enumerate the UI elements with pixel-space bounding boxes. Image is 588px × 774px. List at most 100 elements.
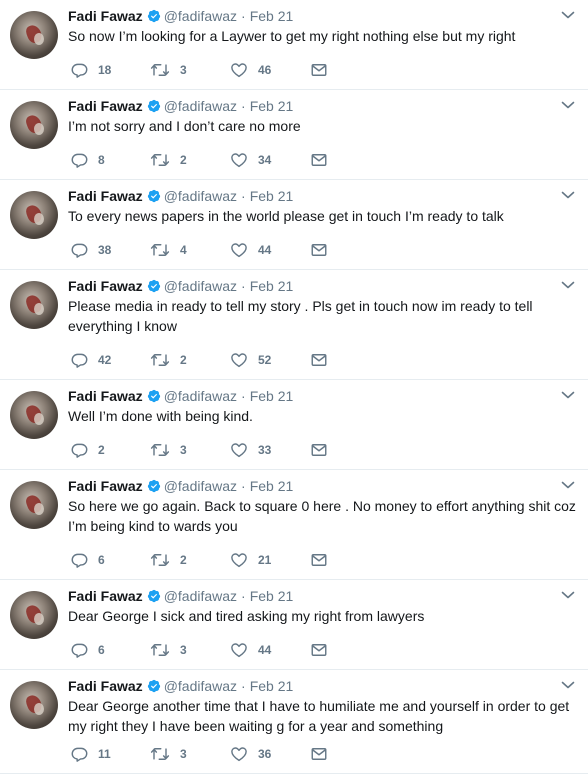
envelope-icon (311, 154, 327, 166)
tweet[interactable]: Fadi Fawaz @fadifawaz · Feb 21 I’m not sorr… (0, 90, 588, 180)
tweet-date[interactable]: Feb 21 (250, 278, 294, 294)
reply-button[interactable]: 6 (70, 641, 105, 659)
retweet-count: 2 (180, 153, 187, 167)
author-handle[interactable]: @fadifawaz (164, 98, 237, 114)
reply-button[interactable]: 8 (70, 151, 105, 169)
direct-message-button[interactable] (310, 151, 328, 169)
like-button[interactable]: 44 (230, 241, 271, 259)
avatar[interactable] (10, 11, 58, 59)
retweet-button[interactable]: 2 (150, 151, 187, 169)
like-button[interactable]: 33 (230, 441, 271, 459)
reply-button[interactable]: 6 (70, 551, 105, 569)
envelope-icon (311, 748, 327, 760)
like-button[interactable]: 52 (230, 351, 271, 369)
chevron-down-icon[interactable] (561, 10, 575, 20)
author-name[interactable]: Fadi Fawaz (68, 278, 143, 294)
retweet-button[interactable]: 2 (150, 551, 187, 569)
reply-count: 8 (98, 153, 105, 167)
tweet[interactable]: Fadi Fawaz @fadifawaz · Feb 21 So now I’m l… (0, 0, 588, 90)
direct-message-button[interactable] (310, 61, 328, 79)
author-handle[interactable]: @fadifawaz (164, 188, 237, 204)
author-handle[interactable]: @fadifawaz (164, 8, 237, 24)
author-handle[interactable]: @fadifawaz (164, 478, 237, 494)
avatar[interactable] (10, 481, 58, 529)
author-name[interactable]: Fadi Fawaz (68, 678, 143, 694)
like-button[interactable]: 36 (230, 745, 271, 763)
reply-count: 42 (98, 353, 112, 367)
chevron-down-icon[interactable] (561, 100, 575, 110)
reply-icon (71, 643, 88, 658)
retweet-button[interactable]: 4 (150, 241, 187, 259)
retweet-button[interactable]: 3 (150, 745, 187, 763)
retweet-button[interactable]: 2 (150, 351, 187, 369)
direct-message-button[interactable] (310, 551, 328, 569)
like-button[interactable]: 34 (230, 151, 271, 169)
reply-button[interactable]: 18 (70, 61, 111, 79)
tweet[interactable]: Fadi Fawaz @fadifawaz · Feb 21 To every new… (0, 180, 588, 270)
author-name[interactable]: Fadi Fawaz (68, 8, 143, 24)
retweet-count: 3 (180, 443, 187, 457)
author-handle[interactable]: @fadifawaz (164, 678, 237, 694)
author-name[interactable]: Fadi Fawaz (68, 588, 143, 604)
avatar[interactable] (10, 681, 58, 729)
direct-message-button[interactable] (310, 641, 328, 659)
direct-message-button[interactable] (310, 745, 328, 763)
retweet-icon (150, 444, 170, 456)
direct-message-button[interactable] (310, 241, 328, 259)
reply-button[interactable]: 42 (70, 351, 111, 369)
like-button[interactable]: 46 (230, 61, 271, 79)
like-count: 46 (258, 63, 272, 77)
tweet-text: To every news papers in the world please… (68, 208, 504, 224)
tweet-date[interactable]: Feb 21 (250, 188, 294, 204)
author-name[interactable]: Fadi Fawaz (68, 98, 143, 114)
retweet-icon (150, 748, 170, 760)
tweet-date[interactable]: Feb 21 (250, 388, 294, 404)
tweet[interactable]: Fadi Fawaz @fadifawaz · Feb 21 So here we g… (0, 470, 588, 580)
avatar[interactable] (10, 591, 58, 639)
tweet-date[interactable]: Feb 21 (250, 478, 294, 494)
tweet-text: Well I’m done with being kind. (68, 408, 253, 424)
chevron-down-icon[interactable] (561, 390, 575, 400)
chevron-down-icon[interactable] (561, 480, 575, 490)
retweet-button[interactable]: 3 (150, 61, 187, 79)
tweet-date[interactable]: Feb 21 (250, 98, 294, 114)
tweet[interactable]: Fadi Fawaz @fadifawaz · Feb 21 Dear George … (0, 670, 588, 774)
avatar[interactable] (10, 391, 58, 439)
tweet[interactable]: Fadi Fawaz @fadifawaz · Feb 21 Dear George … (0, 580, 588, 670)
reply-button[interactable]: 38 (70, 241, 111, 259)
reply-count: 38 (98, 243, 112, 257)
tweet-date[interactable]: Feb 21 (250, 588, 294, 604)
direct-message-button[interactable] (310, 441, 328, 459)
author-handle[interactable]: @fadifawaz (164, 278, 237, 294)
reply-icon (71, 243, 88, 258)
author-handle[interactable]: @fadifawaz (164, 388, 237, 404)
tweet-header: Fadi Fawaz @fadifawaz · Feb 21 (68, 186, 293, 206)
avatar[interactable] (10, 281, 58, 329)
envelope-icon (311, 354, 327, 366)
author-name[interactable]: Fadi Fawaz (68, 388, 143, 404)
avatar[interactable] (10, 101, 58, 149)
author-handle[interactable]: @fadifawaz (164, 588, 237, 604)
chevron-down-icon[interactable] (561, 680, 575, 690)
tweet-date[interactable]: Feb 21 (250, 678, 294, 694)
author-name[interactable]: Fadi Fawaz (68, 478, 143, 494)
chevron-down-icon[interactable] (561, 280, 575, 290)
chevron-down-icon[interactable] (561, 590, 575, 600)
separator-dot: · (241, 8, 246, 24)
retweet-button[interactable]: 3 (150, 641, 187, 659)
retweet-button[interactable]: 3 (150, 441, 187, 459)
like-count: 21 (258, 553, 272, 567)
like-button[interactable]: 21 (230, 551, 271, 569)
chevron-down-icon[interactable] (561, 190, 575, 200)
reply-icon (71, 353, 88, 368)
reply-button[interactable]: 11 (70, 745, 111, 763)
tweet[interactable]: Fadi Fawaz @fadifawaz · Feb 21 Well I’m don… (0, 380, 588, 470)
tweet[interactable]: Fadi Fawaz @fadifawaz · Feb 21 Please media… (0, 270, 588, 380)
avatar[interactable] (10, 191, 58, 239)
direct-message-button[interactable] (310, 351, 328, 369)
reply-icon (71, 63, 88, 78)
author-name[interactable]: Fadi Fawaz (68, 188, 143, 204)
like-button[interactable]: 44 (230, 641, 271, 659)
reply-button[interactable]: 2 (70, 441, 105, 459)
tweet-date[interactable]: Feb 21 (250, 8, 294, 24)
